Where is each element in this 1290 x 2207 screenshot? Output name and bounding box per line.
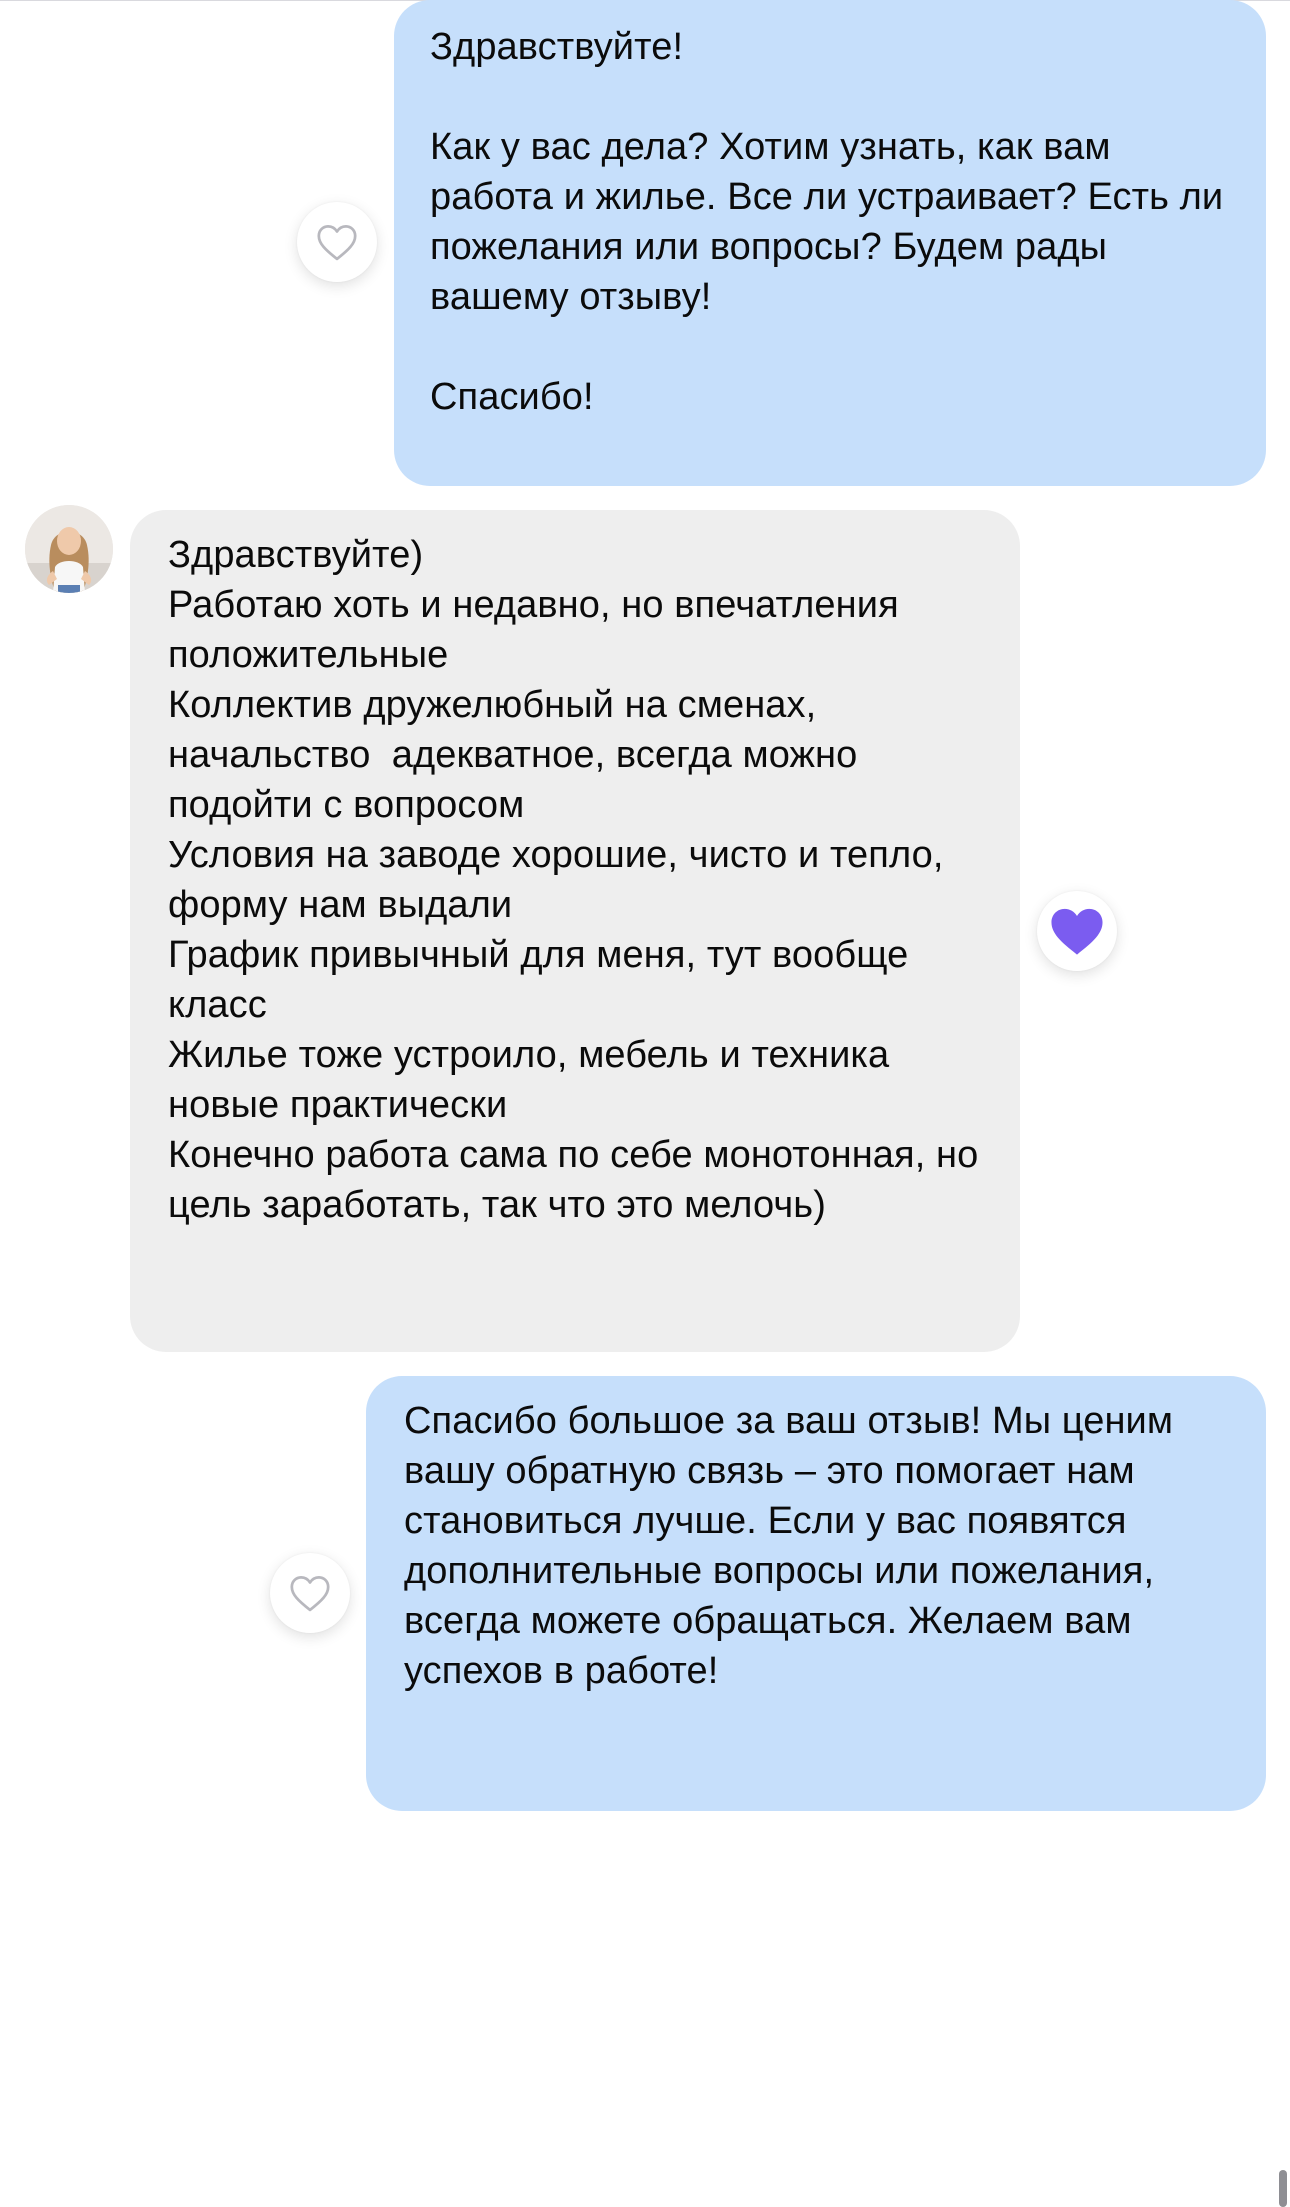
heart-outline-icon xyxy=(290,1576,330,1612)
heart-outline-icon xyxy=(317,225,357,261)
heart-filled-icon xyxy=(1051,908,1103,955)
like-button-active[interactable] xyxy=(1037,891,1117,971)
avatar-photo xyxy=(25,505,113,593)
outgoing-message-bubble[interactable]: Спасибо большое за ваш отзыв! Мы ценим в… xyxy=(366,1376,1266,1811)
outgoing-message-bubble[interactable]: Здравствуйте! Как у вас дела? Хотим узна… xyxy=(394,0,1266,486)
like-button[interactable] xyxy=(270,1553,350,1633)
sender-avatar[interactable] xyxy=(25,505,113,593)
like-button[interactable] xyxy=(297,202,377,282)
scrollbar[interactable] xyxy=(1279,2170,1287,2207)
incoming-message-bubble[interactable]: Здравствуйте) Работаю хоть и недавно, но… xyxy=(130,510,1020,1352)
